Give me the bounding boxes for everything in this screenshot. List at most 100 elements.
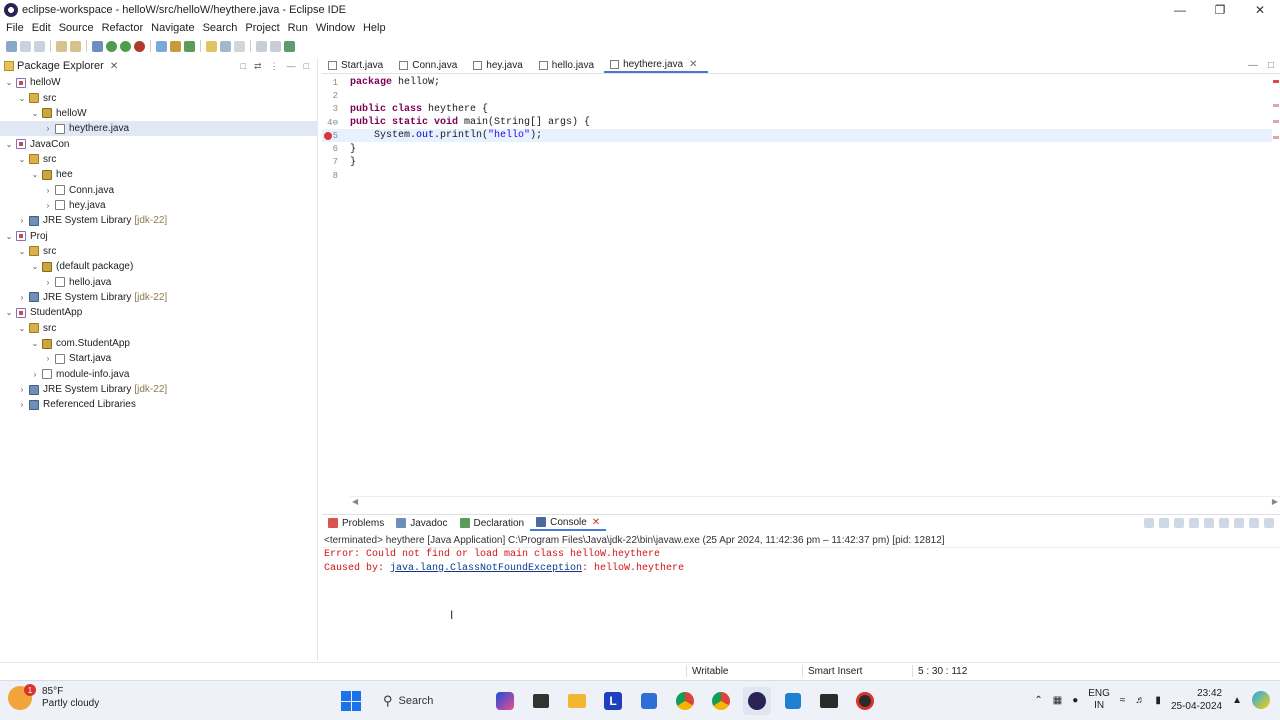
chevron-right-icon[interactable]: › <box>17 400 27 409</box>
calculator-app-icon[interactable] <box>635 687 663 715</box>
new-icon[interactable] <box>6 40 17 52</box>
code-line[interactable]: 6} <box>322 142 1272 155</box>
menu-search[interactable]: Search <box>203 22 238 34</box>
menu-refactor[interactable]: Refactor <box>102 22 144 34</box>
tree-item[interactable]: ⌄ com.StudentApp <box>0 336 318 351</box>
tree-item[interactable]: ⌄ (default package) <box>0 259 318 274</box>
close-icon[interactable]: ✕ <box>110 61 118 72</box>
chevron-down-icon[interactable]: ⌄ <box>30 109 40 118</box>
tree-item[interactable]: › JRE System Library [jdk-22] <box>0 290 318 305</box>
clear-console-icon[interactable] <box>1189 518 1199 528</box>
new-package-icon[interactable] <box>170 40 181 52</box>
chevron-down-icon[interactable]: ⌄ <box>30 262 40 271</box>
menu-run[interactable]: Run <box>288 22 308 34</box>
redo-icon[interactable] <box>70 40 81 52</box>
terminate-icon[interactable] <box>1144 518 1154 528</box>
bottom-tab-problems[interactable]: Problems <box>322 515 390 531</box>
collapse-all-icon[interactable]: □ <box>241 61 246 72</box>
tree-item[interactable]: ⌄ src <box>0 321 318 336</box>
open-console-icon[interactable] <box>1264 518 1274 528</box>
chevron-right-icon[interactable]: › <box>43 278 53 287</box>
save-all-icon[interactable] <box>34 40 45 52</box>
code-line[interactable]: 8 <box>322 169 1272 182</box>
close-window-button[interactable]: ✕ <box>1240 0 1280 20</box>
language-indicator[interactable]: ENG IN <box>1088 688 1110 712</box>
tree-item[interactable]: ⌄ src <box>0 244 318 259</box>
weather-widget[interactable]: 1 85°F Partly cloudy <box>8 684 99 710</box>
menu-edit[interactable]: Edit <box>32 22 51 34</box>
annotation-icon[interactable] <box>234 40 245 52</box>
clock[interactable]: 23:42 25-04-2024 <box>1171 687 1222 713</box>
pin-icon[interactable] <box>284 40 295 52</box>
copilot-icon[interactable] <box>491 687 519 715</box>
bottom-tab-declaration[interactable]: Declaration <box>454 515 531 531</box>
display-console-icon[interactable] <box>1249 518 1259 528</box>
search-toolbar-icon[interactable] <box>220 40 231 52</box>
chevron-down-icon[interactable]: ⌄ <box>30 170 40 179</box>
microphone-icon[interactable]: ● <box>1072 695 1078 706</box>
vscode-icon[interactable] <box>779 687 807 715</box>
tree-item[interactable]: ⌄ src <box>0 90 318 105</box>
tree-item[interactable]: ⌄ helloW <box>0 75 318 90</box>
debug-icon[interactable] <box>92 40 103 52</box>
back-icon[interactable] <box>256 40 267 52</box>
close-tab-icon[interactable]: ✕ <box>689 59 697 70</box>
tree-item[interactable]: › JRE System Library [jdk-22] <box>0 382 318 397</box>
tree-item[interactable]: › JRE System Library [jdk-22] <box>0 213 318 228</box>
recorder-icon[interactable] <box>851 687 879 715</box>
open-type-icon[interactable] <box>206 40 217 52</box>
menu-project[interactable]: Project <box>245 22 279 34</box>
forward-icon[interactable] <box>270 40 281 52</box>
network-status-icon[interactable]: ▦ <box>1053 695 1062 706</box>
maximize-view-icon[interactable]: □ <box>304 61 309 72</box>
save-icon[interactable] <box>20 40 31 52</box>
tree-item[interactable]: ⌄ StudentApp <box>0 305 318 320</box>
chevron-down-icon[interactable]: ⌄ <box>30 339 40 348</box>
minimize-editor-icon[interactable]: — <box>1248 60 1258 71</box>
editor-tab[interactable]: hello.java <box>533 57 604 73</box>
chevron-right-icon[interactable]: › <box>43 124 53 133</box>
code-line[interactable]: 3 public class heythere { <box>322 103 1272 116</box>
editor-tab[interactable]: Start.java <box>322 57 393 73</box>
chrome-icon[interactable] <box>671 687 699 715</box>
file-explorer-icon[interactable] <box>563 687 591 715</box>
chevron-down-icon[interactable]: ⌄ <box>17 155 27 164</box>
menu-window[interactable]: Window <box>316 22 355 34</box>
copilot-tray-icon[interactable] <box>1252 691 1270 709</box>
code-area[interactable]: 1 package helloW; 2 3 public class heythere … <box>322 76 1272 182</box>
editor-tab[interactable]: heythere.java ✕ <box>604 57 708 73</box>
exception-link[interactable]: java.lang.ClassNotFoundException <box>390 563 582 574</box>
chevron-down-icon[interactable]: ⌄ <box>4 232 14 241</box>
bottom-tab-console[interactable]: Console ✕ <box>530 515 607 531</box>
chrome-profile-icon[interactable] <box>707 687 735 715</box>
tree-item[interactable]: ⌄ hee <box>0 167 318 182</box>
tree-item[interactable]: ⌄ JavaCon <box>0 136 318 151</box>
lens-app-icon[interactable]: L <box>599 687 627 715</box>
tree-item[interactable]: › heythere.java <box>0 121 318 137</box>
menu-navigate[interactable]: Navigate <box>151 22 194 34</box>
coverage-icon[interactable] <box>120 40 131 52</box>
code-line[interactable]: 7} <box>322 156 1272 169</box>
chevron-down-icon[interactable]: ⌄ <box>17 247 27 256</box>
code-line[interactable]: 4⊖ public static void main(String[] args)… <box>322 116 1272 129</box>
eclipse-taskbar-icon[interactable] <box>743 687 771 715</box>
code-line[interactable]: 5 System.out.println("hello"); <box>322 129 1272 143</box>
taskbar-search[interactable]: ⚲ Search <box>373 687 483 715</box>
maximize-button[interactable]: ❐ <box>1200 0 1240 20</box>
terminal-icon[interactable] <box>815 687 843 715</box>
code-line[interactable]: 1 package helloW; <box>322 76 1272 89</box>
chevron-right-icon[interactable]: › <box>30 370 40 379</box>
new-class-icon[interactable] <box>184 40 195 52</box>
chevron-down-icon[interactable]: ⌄ <box>17 94 27 103</box>
link-editor-icon[interactable]: ⇄ <box>254 61 262 72</box>
chevron-right-icon[interactable]: › <box>17 216 27 225</box>
volume-icon[interactable]: ♬ <box>1135 695 1145 706</box>
start-button[interactable] <box>337 687 365 715</box>
minimize-view-icon[interactable]: — <box>287 61 296 72</box>
undo-icon[interactable] <box>56 40 67 52</box>
scroll-lock-icon[interactable] <box>1204 518 1214 528</box>
chevron-right-icon[interactable]: › <box>43 354 53 363</box>
menu-source[interactable]: Source <box>59 22 94 34</box>
wifi-icon[interactable]: ≈ <box>1120 695 1126 706</box>
close-console-icon[interactable]: ✕ <box>592 517 600 528</box>
